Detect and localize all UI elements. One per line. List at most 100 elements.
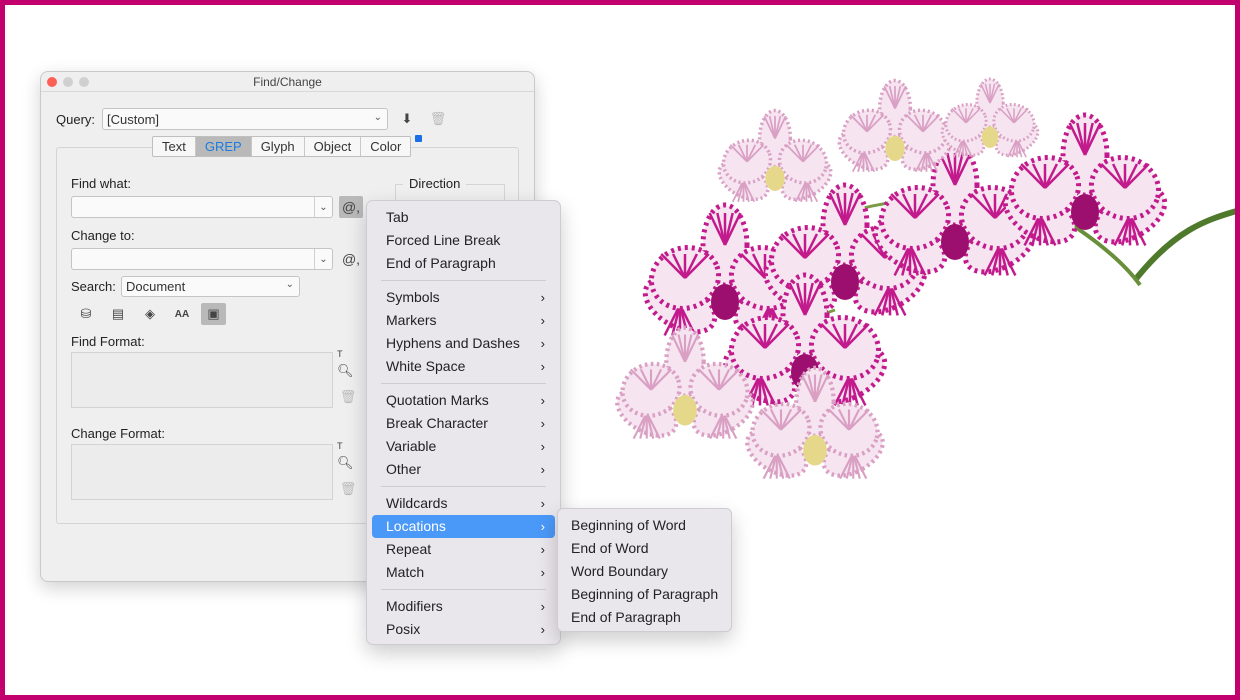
change-to-input[interactable]: ⌄ [71, 248, 333, 270]
menu-item-label: Locations [386, 518, 446, 534]
query-value: [Custom] [107, 112, 160, 127]
menu-item-label: Match [386, 564, 425, 580]
close-button[interactable] [47, 77, 57, 87]
chevron-right-icon: › [540, 599, 545, 614]
special-characters-find-button[interactable]: @, [339, 196, 363, 218]
search-scope-select[interactable]: Document ⌄ [121, 276, 300, 297]
submenu-item-beginning-of-word[interactable]: Beginning of Word [558, 514, 731, 537]
submenu-item-end-of-paragraph[interactable]: End of Paragraph [558, 606, 731, 629]
find-what-input[interactable]: ⌄ [71, 196, 333, 218]
chevron-right-icon: › [540, 496, 545, 511]
change-format-label: Change Format: [71, 426, 165, 441]
trash-icon[interactable]: 🗑 [337, 479, 359, 499]
menu-item-label: Variable [386, 438, 437, 454]
menu-item-tab[interactable]: Tab [372, 206, 555, 229]
save-query-icon[interactable]: ⬇ [396, 109, 418, 129]
zoom-button[interactable] [79, 77, 89, 87]
menu-item-variable[interactable]: Variable › [372, 435, 555, 458]
change-to-label: Change to: [71, 228, 135, 243]
menu-item-wildcards[interactable]: Wildcards › [372, 492, 555, 515]
menu-item-markers[interactable]: Markers › [372, 309, 555, 332]
chevron-right-icon: › [540, 393, 545, 408]
menu-item-label: Posix [386, 621, 421, 637]
trash-icon[interactable]: 🗑 [427, 109, 449, 129]
minimize-button[interactable] [63, 77, 73, 87]
include-locked-layers-icon[interactable]: ⛁ [75, 304, 97, 324]
tab-grep[interactable]: GREP [195, 137, 252, 156]
submenu-item-beginning-of-paragraph[interactable]: Beginning of Paragraph [558, 583, 731, 606]
chevron-right-icon: › [540, 462, 545, 477]
menu-item-posix[interactable]: Posix › [372, 618, 555, 641]
specify-find-format-icon[interactable]: ᵀ🔍︎ [337, 348, 359, 378]
chevron-right-icon: › [540, 519, 545, 534]
chevron-down-icon: ⌄ [373, 112, 382, 123]
direction-label: Direction [403, 176, 467, 191]
query-select[interactable]: [Custom] ⌄ [102, 108, 388, 130]
menu-separator [381, 486, 546, 487]
menu-item-label: Quotation Marks [386, 392, 489, 408]
chevron-right-icon: › [540, 336, 545, 351]
search-label: Search: [71, 279, 116, 294]
tab-text[interactable]: Text [153, 137, 196, 156]
specify-change-format-icon[interactable]: ᵀ🔍︎ [337, 440, 359, 470]
menu-item-other[interactable]: Other › [372, 458, 555, 481]
menu-item-modifiers[interactable]: Modifiers › [372, 595, 555, 618]
chevron-down-icon[interactable]: ⌄ [314, 249, 332, 269]
menu-item-label: Markers [386, 312, 437, 328]
menu-item-quotation-marks[interactable]: Quotation Marks › [372, 389, 555, 412]
menu-item-label: Other [386, 461, 422, 477]
query-label: Query: [56, 112, 96, 127]
orchid-photo [615, 77, 1240, 480]
menu-item-repeat[interactable]: Repeat › [372, 538, 555, 561]
special-characters-change-button[interactable]: @, [339, 248, 363, 270]
chevron-right-icon: › [540, 542, 545, 557]
notification-dot [415, 135, 422, 142]
chevron-right-icon: › [540, 622, 545, 637]
change-format-box[interactable] [71, 444, 333, 500]
case-sensitive-icon[interactable]: AA [171, 304, 193, 324]
menu-item-symbols[interactable]: Symbols › [372, 286, 555, 309]
menu-item-label: Symbols [386, 289, 440, 305]
chevron-right-icon: › [540, 359, 545, 374]
chevron-right-icon: › [540, 565, 545, 580]
menu-separator [381, 280, 546, 281]
menu-item-forced-line-break[interactable]: Forced Line Break [372, 229, 555, 252]
include-hidden-layers-icon[interactable]: ◈ [139, 304, 161, 324]
menu-item-label: Tab [386, 209, 409, 225]
search-scope-value: Document [126, 279, 186, 294]
menu-item-locations[interactable]: Locations › [372, 515, 555, 538]
submenu-item-word-boundary[interactable]: Word Boundary [558, 560, 731, 583]
menu-item-label: Repeat [386, 541, 432, 557]
menu-item-white-space[interactable]: White Space › [372, 355, 555, 378]
menu-item-label: End of Paragraph [386, 255, 496, 271]
menu-item-break-character[interactable]: Break Character › [372, 412, 555, 435]
menu-item-label: Modifiers [386, 598, 443, 614]
title-bar: Find/Change [41, 72, 534, 92]
menu-separator [381, 589, 546, 590]
menu-item-match[interactable]: Match › [372, 561, 555, 584]
find-format-box[interactable] [71, 352, 333, 408]
chevron-right-icon: › [540, 290, 545, 305]
tab-color[interactable]: Color [361, 137, 410, 156]
special-characters-menu: Tab Forced Line Break End of Paragraph Symb… [366, 200, 561, 645]
orchid-bloom [837, 78, 953, 173]
find-format-label: Find Format: [71, 334, 145, 349]
dialog-title: Find/Change [253, 75, 322, 89]
chevron-right-icon: › [540, 416, 545, 431]
tab-object[interactable]: Object [305, 137, 362, 156]
menu-item-end-of-paragraph[interactable]: End of Paragraph [372, 252, 555, 275]
menu-item-hyphens-and-dashes[interactable]: Hyphens and Dashes › [372, 332, 555, 355]
submenu-item-end-of-word[interactable]: End of Word [558, 537, 731, 560]
find-what-label: Find what: [71, 176, 131, 191]
chevron-right-icon: › [540, 439, 545, 454]
locations-submenu: Beginning of Word End of Word Word Boundar… [557, 508, 732, 632]
tab-bar: Text GREP Glyph Object Color [152, 136, 412, 157]
menu-item-label: Hyphens and Dashes [386, 335, 520, 351]
chevron-down-icon[interactable]: ⌄ [314, 197, 332, 217]
chevron-down-icon: ⌄ [285, 279, 294, 290]
tab-glyph[interactable]: Glyph [252, 137, 305, 156]
menu-item-label: White Space [386, 358, 466, 374]
include-master-pages-icon[interactable]: ▣ [201, 303, 226, 325]
trash-icon[interactable]: 🗑 [337, 387, 359, 407]
include-locked-stories-icon[interactable]: ▤ [107, 304, 129, 324]
